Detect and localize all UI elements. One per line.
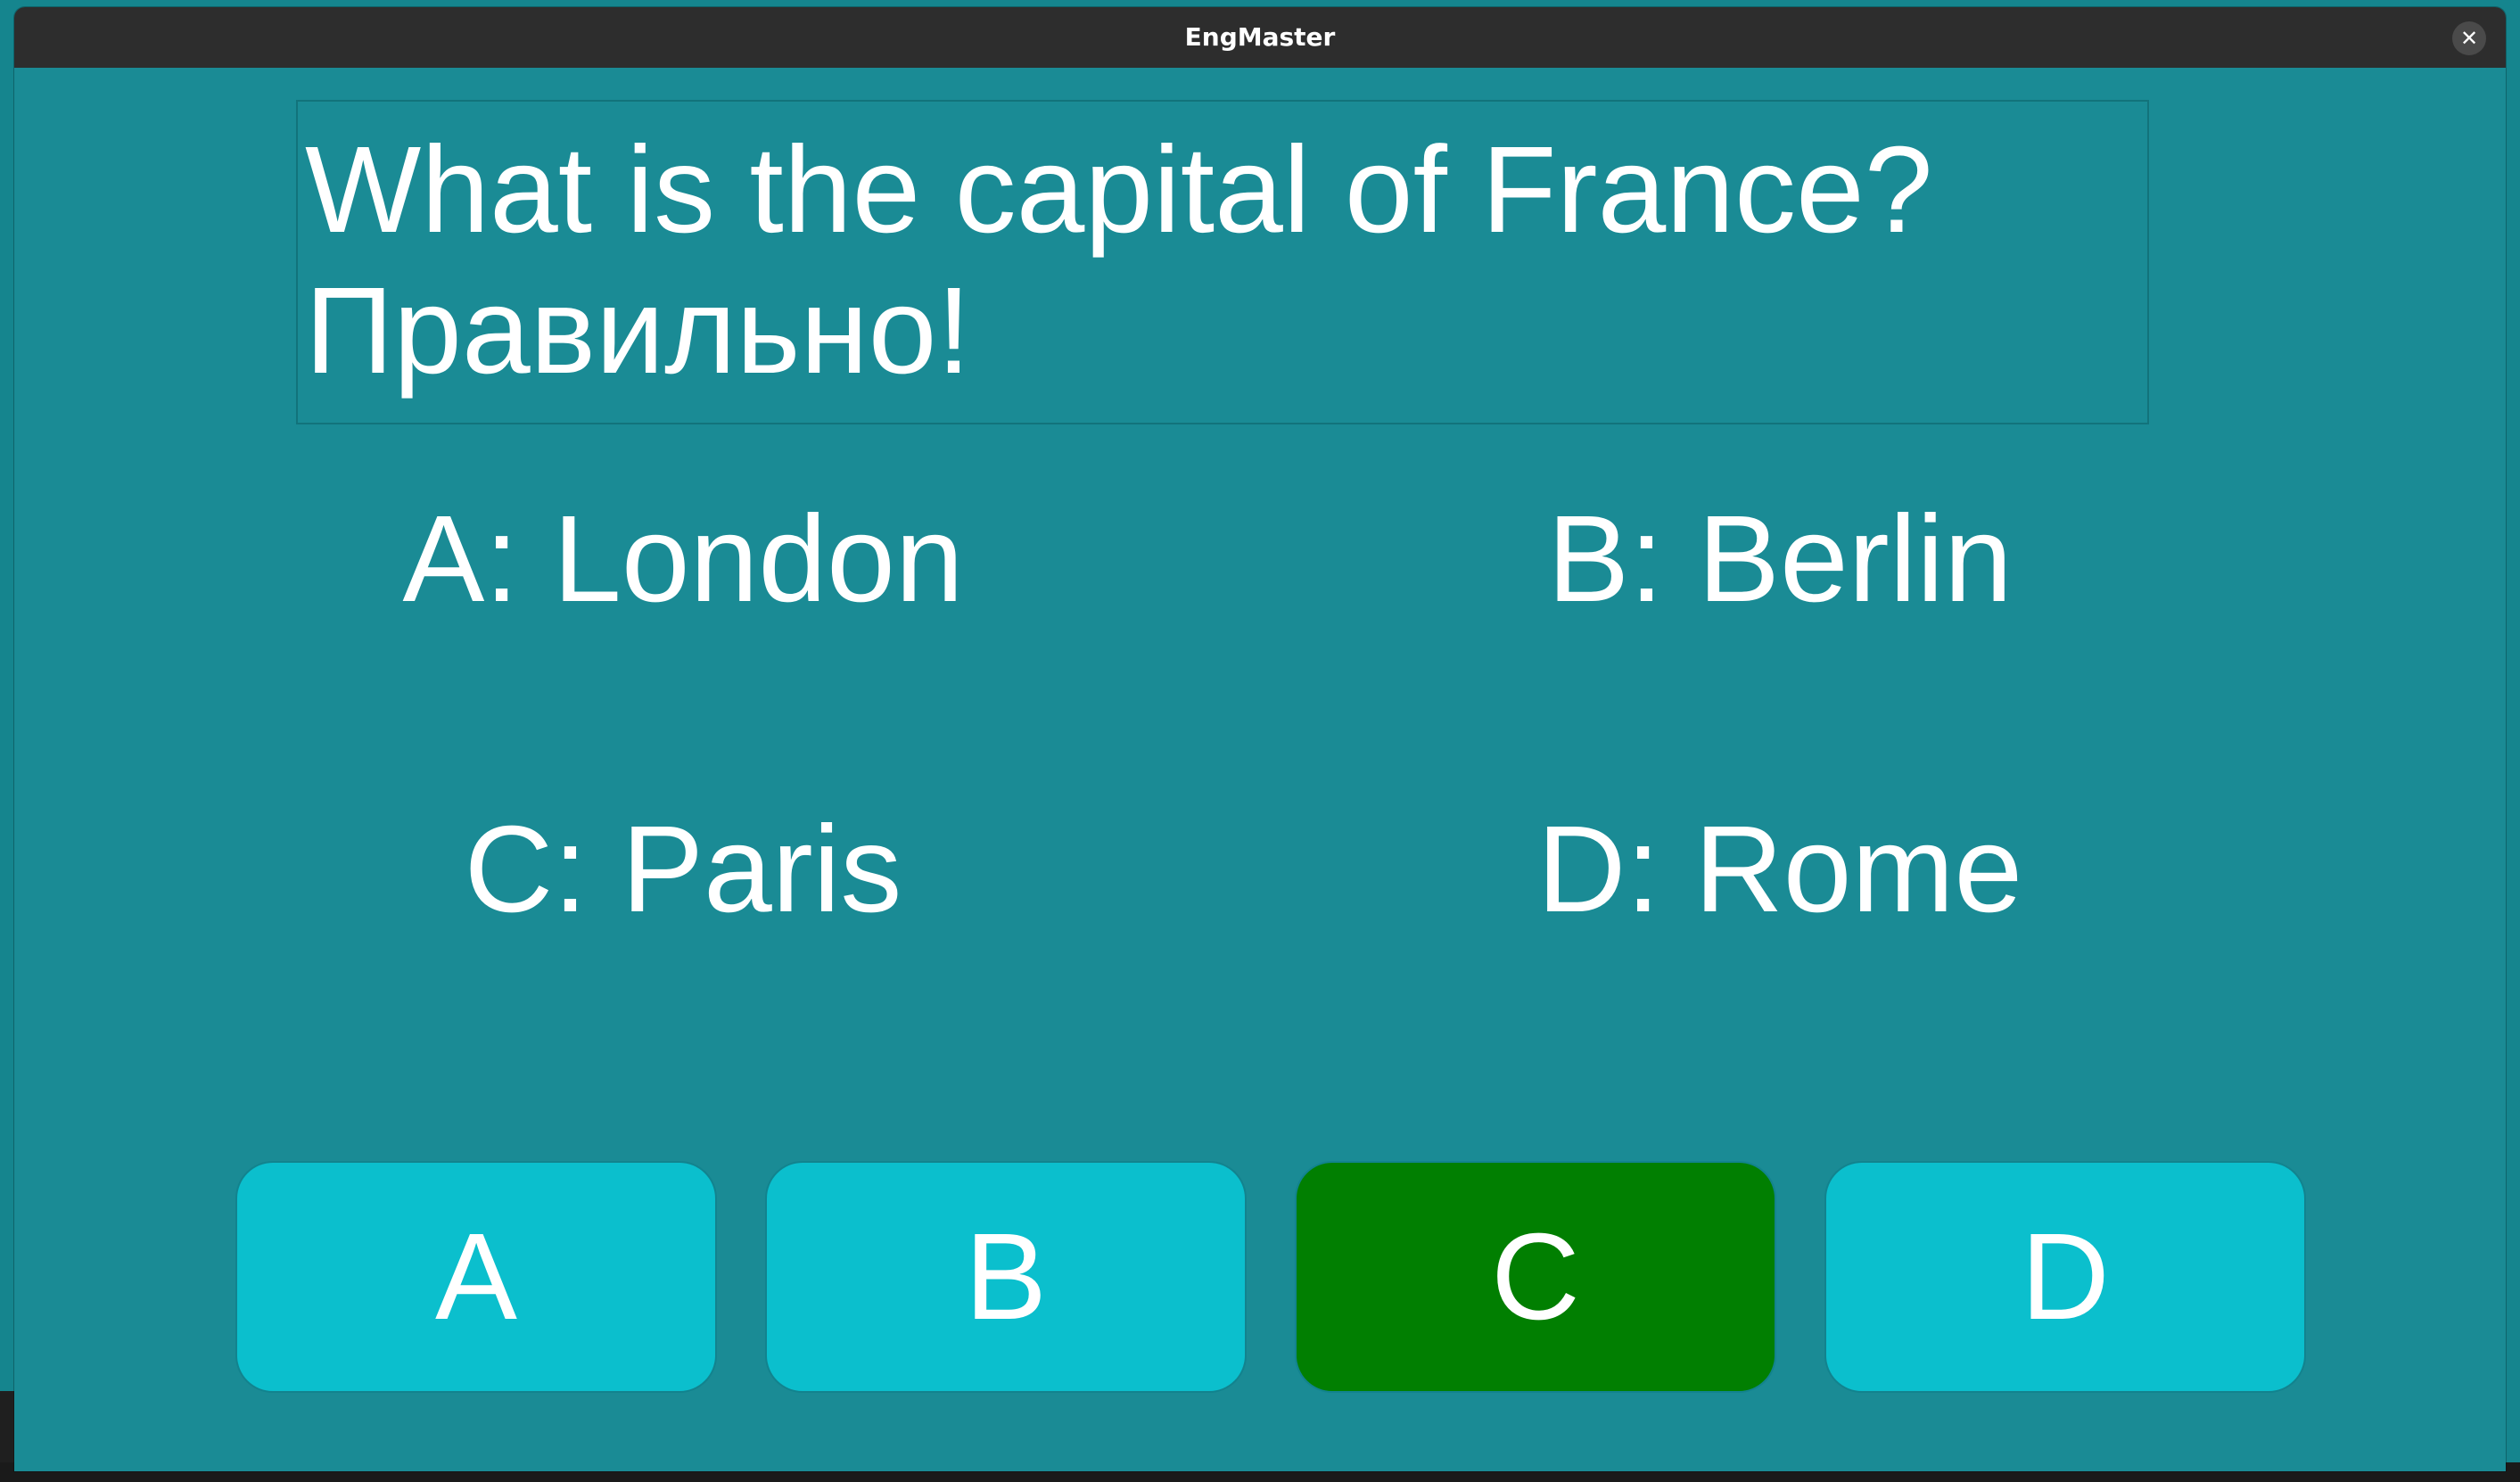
- close-icon[interactable]: ✕: [2452, 21, 2486, 55]
- question-panel: What is the capital of France? Правильно…: [296, 100, 2149, 424]
- answer-d-button[interactable]: D: [1826, 1163, 2304, 1391]
- title-bar[interactable]: EngMaster ✕: [14, 7, 2506, 68]
- answer-c-button[interactable]: C: [1297, 1163, 1775, 1391]
- option-a-label: A: London: [402, 490, 964, 628]
- answer-a-button[interactable]: A: [237, 1163, 715, 1391]
- option-c-label: C: Paris: [464, 801, 902, 938]
- feedback-text: Правильно!: [305, 262, 971, 399]
- option-d-label: D: Rome: [1536, 801, 2023, 938]
- option-b-label: B: Berlin: [1547, 490, 2013, 628]
- question-text: What is the capital of France?: [305, 121, 1933, 259]
- window-title: EngMaster: [1184, 22, 1336, 52]
- answer-b-button[interactable]: B: [767, 1163, 1245, 1391]
- app-window: EngMaster ✕ What is the capital of Franc…: [14, 7, 2506, 1471]
